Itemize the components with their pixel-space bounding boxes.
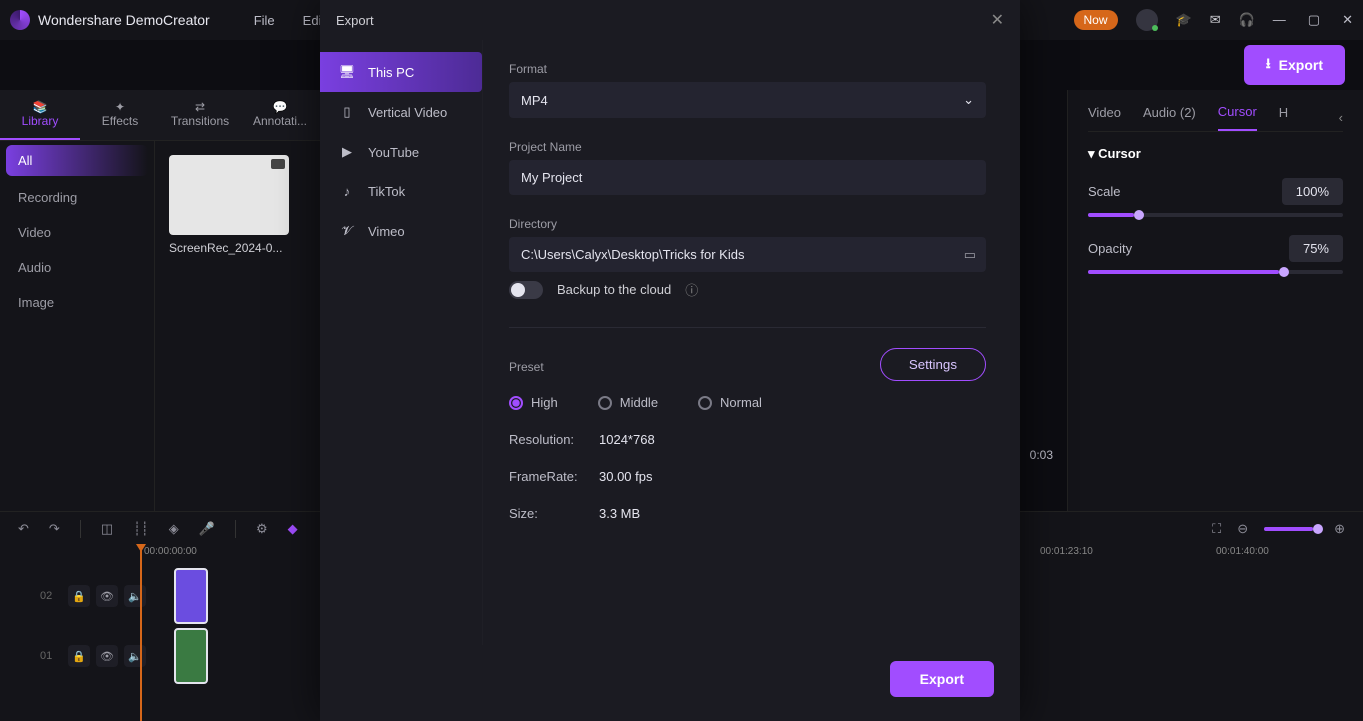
radio-icon bbox=[598, 396, 612, 410]
modal-mask: Export ✕ 🖥This PC ▯Vertical Video ▶YouTu… bbox=[0, 0, 1363, 721]
preset-label: Preset bbox=[509, 360, 544, 374]
vimeo-icon: 𝓥 bbox=[338, 223, 356, 239]
preset-middle[interactable]: Middle bbox=[598, 395, 658, 410]
radio-icon bbox=[698, 396, 712, 410]
backup-toggle[interactable] bbox=[509, 281, 543, 299]
export-sidebar: 🖥This PC ▯Vertical Video ▶YouTube ♪TikTo… bbox=[320, 40, 482, 645]
export-target-youtube[interactable]: ▶YouTube bbox=[320, 132, 482, 172]
size-key: Size: bbox=[509, 506, 599, 521]
preset-radio-group: High Middle Normal bbox=[509, 395, 986, 410]
size-value: 3.3 MB bbox=[599, 506, 640, 521]
export-modal: Export ✕ 🖥This PC ▯Vertical Video ▶YouTu… bbox=[320, 0, 1020, 721]
radio-icon bbox=[509, 396, 523, 410]
tiktok-icon: ♪ bbox=[338, 184, 356, 199]
modal-close-icon[interactable]: ✕ bbox=[991, 10, 1004, 30]
framerate-value: 30.00 fps bbox=[599, 469, 653, 484]
resolution-key: Resolution: bbox=[509, 432, 599, 447]
preset-settings-button[interactable]: Settings bbox=[880, 348, 986, 381]
youtube-icon: ▶ bbox=[338, 144, 356, 160]
phone-icon: ▯ bbox=[338, 104, 356, 120]
export-target-tiktok[interactable]: ♪TikTok bbox=[320, 172, 482, 211]
project-name-label: Project Name bbox=[509, 140, 986, 154]
export-target-vimeo[interactable]: 𝓥Vimeo bbox=[320, 211, 482, 251]
directory-label: Directory bbox=[509, 217, 986, 231]
export-target-this-pc[interactable]: 🖥This PC bbox=[320, 52, 482, 92]
info-icon[interactable]: ⓘ bbox=[685, 280, 698, 299]
modal-title: Export bbox=[336, 13, 374, 28]
resolution-value: 1024*768 bbox=[599, 432, 655, 447]
chevron-down-icon: ⌄ bbox=[963, 92, 974, 108]
backup-label: Backup to the cloud bbox=[557, 282, 671, 297]
folder-icon[interactable]: ▭ bbox=[964, 247, 976, 263]
export-target-vertical[interactable]: ▯Vertical Video bbox=[320, 92, 482, 132]
framerate-key: FrameRate: bbox=[509, 469, 599, 484]
preset-high[interactable]: High bbox=[509, 395, 558, 410]
export-confirm-button[interactable]: Export bbox=[890, 661, 994, 697]
preset-normal[interactable]: Normal bbox=[698, 395, 762, 410]
project-name-input[interactable] bbox=[509, 160, 986, 195]
format-label: Format bbox=[509, 62, 986, 76]
format-select[interactable]: MP4 ⌄ bbox=[509, 82, 986, 118]
pc-icon: 🖥 bbox=[338, 64, 356, 80]
directory-input[interactable] bbox=[509, 237, 986, 272]
